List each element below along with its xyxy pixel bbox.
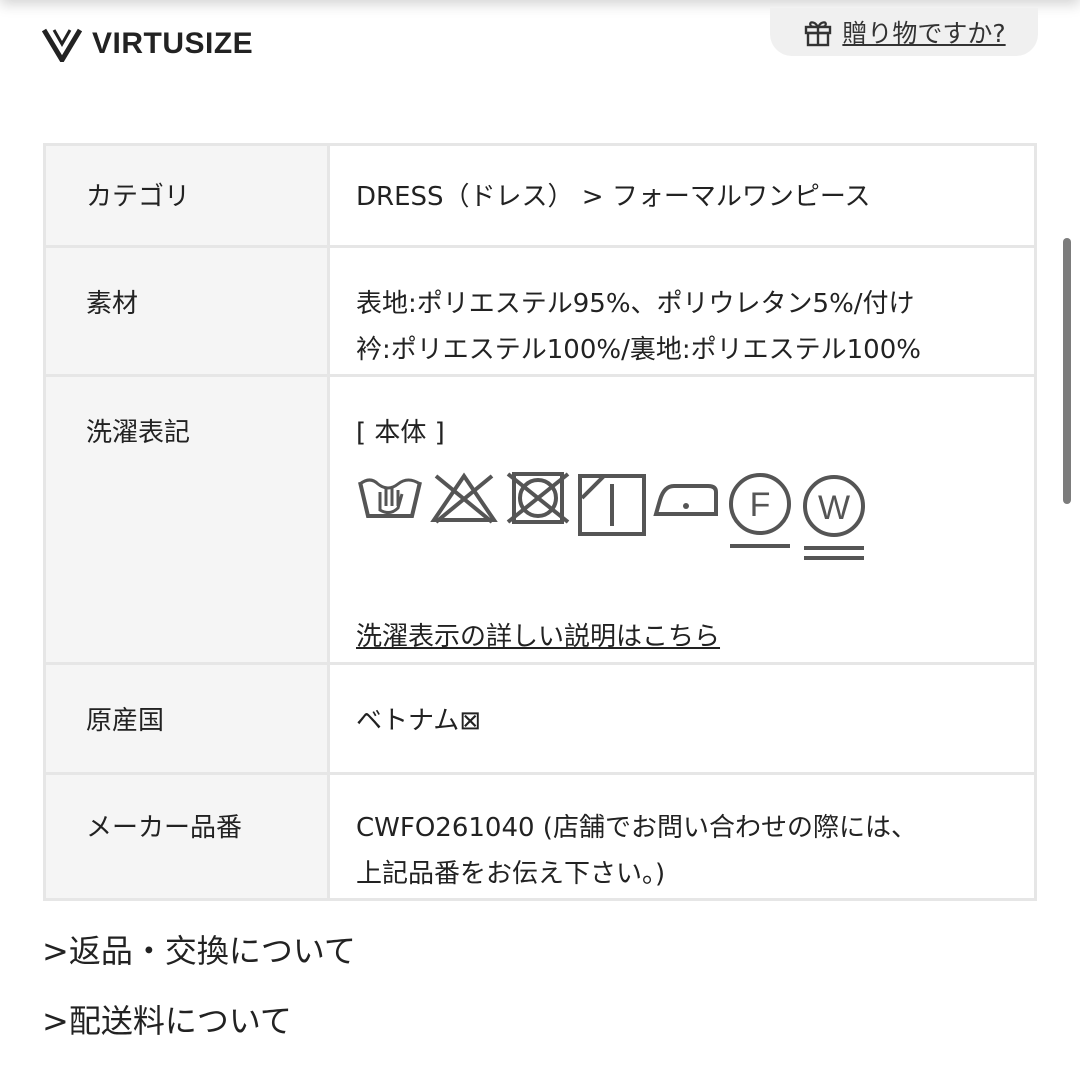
returns-link[interactable]: >返品・交換について bbox=[42, 922, 356, 992]
washing-detail-link[interactable]: 洗濯表示の詳しい説明はこちら bbox=[356, 614, 1024, 660]
no-tumble-dry-icon bbox=[506, 472, 570, 524]
washing-value: [ 本体 ] F W 洗濯表示の詳しい説明はこちら bbox=[327, 374, 1037, 665]
svg-text:W: W bbox=[818, 489, 850, 527]
shipping-link[interactable]: >配送料について bbox=[42, 992, 356, 1062]
scrollbar[interactable] bbox=[1063, 238, 1071, 504]
maker-number-value: CWFO261040 (店舗でお問い合わせの際には、 上記品番をお伝え下さい。) bbox=[327, 772, 1037, 901]
iron-low-icon bbox=[653, 484, 718, 516]
brand[interactable]: VIRTUSIZE bbox=[42, 24, 253, 64]
wet-clean-w-icon: W bbox=[803, 475, 865, 560]
maker-number-line-1: CWFO261040 (店舗でお問い合わせの際には、 bbox=[356, 813, 917, 843]
no-bleach-icon bbox=[430, 472, 498, 524]
maker-number-line-2: 上記品番をお伝え下さい。) bbox=[356, 859, 666, 889]
hand-wash-icon bbox=[358, 478, 422, 518]
category-value: DRESS（ドレス） > フォーマルワンピース bbox=[327, 143, 1037, 248]
maker-number-label: メーカー品番 bbox=[43, 772, 330, 901]
category-label: カテゴリ bbox=[43, 143, 330, 248]
material-line-2: 衿:ポリエステル100%/裏地:ポリエステル100% bbox=[356, 335, 921, 365]
table-row-maker-number: メーカー品番 CWFO261040 (店舗でお問い合わせの際には、 上記品番をお… bbox=[43, 772, 1037, 901]
origin-value: ベトナム⊠ bbox=[327, 662, 1037, 775]
product-detail-page: VIRTUSIZE 贈り物ですか? カテゴリ DRESS（ドレス） > フォーマ… bbox=[0, 0, 1080, 1080]
table-row-origin: 原産国 ベトナム⊠ bbox=[43, 662, 1037, 775]
virtusize-v-logo bbox=[42, 28, 82, 62]
table-row-category: カテゴリ DRESS（ドレス） > フォーマルワンピース bbox=[43, 143, 1037, 248]
material-value: 表地:ポリエステル95%、ポリウレタン5%/付け 衿:ポリエステル100%/裏地… bbox=[327, 245, 1037, 377]
brand-name: VIRTUSIZE bbox=[92, 27, 254, 60]
info-links: >返品・交換について >配送料について bbox=[42, 922, 356, 1062]
spec-table: カテゴリ DRESS（ドレス） > フォーマルワンピース 素材 表地:ポリエステ… bbox=[43, 143, 1037, 901]
material-line-1: 表地:ポリエステル95%、ポリウレタン5%/付け bbox=[356, 289, 915, 319]
line-dry-shade-icon bbox=[578, 474, 646, 536]
washing-symbols: F W bbox=[356, 470, 1024, 566]
gift-icon bbox=[805, 21, 832, 47]
table-row-washing: 洗濯表記 [ 本体 ] F W 洗濯表示の詳しい説明はこちら bbox=[43, 374, 1037, 665]
gift-label[interactable]: 贈り物ですか? bbox=[842, 14, 1005, 50]
gift-button[interactable]: 贈り物ですか? bbox=[770, 8, 1038, 56]
washing-section-label: [ 本体 ] bbox=[356, 418, 445, 448]
washing-label: 洗濯表記 bbox=[43, 374, 330, 665]
dry-clean-f-icon: F bbox=[729, 473, 791, 548]
origin-label: 原産国 bbox=[43, 662, 330, 775]
material-label: 素材 bbox=[43, 245, 330, 377]
table-row-material: 素材 表地:ポリエステル95%、ポリウレタン5%/付け 衿:ポリエステル100%… bbox=[43, 245, 1037, 377]
svg-text:F: F bbox=[750, 486, 771, 524]
